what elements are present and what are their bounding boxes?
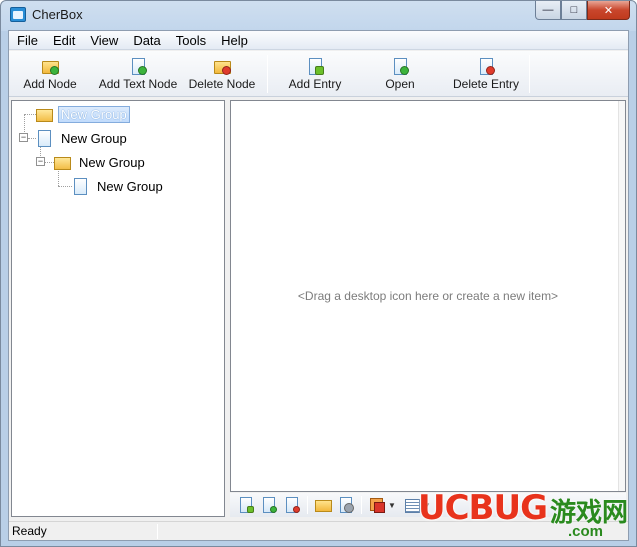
tree-connector — [58, 186, 72, 187]
tree-connector — [58, 171, 59, 186]
collapse-toggle[interactable]: − — [36, 157, 45, 166]
dropdown-arrow-icon[interactable]: ▼ — [388, 501, 396, 510]
watermark-logo: UCBUG — [418, 488, 548, 528]
open-button[interactable]: Open — [379, 54, 421, 94]
menu-bar: File Edit View Data Tools Help — [9, 31, 628, 50]
folder-delete-icon — [213, 58, 231, 75]
empty-hint: <Drag a desktop icon here or create a ne… — [297, 289, 559, 303]
menu-file[interactable]: File — [9, 31, 45, 50]
menu-tools[interactable]: Tools — [168, 31, 213, 50]
folder-go-icon — [36, 106, 53, 123]
add-entry-label: Add Entry — [288, 77, 342, 91]
open-entry-icon — [392, 58, 409, 75]
entry-list-pane[interactable]: <Drag a desktop icon here or create a ne… — [230, 100, 626, 492]
client-area: File Edit View Data Tools Help Add Node … — [8, 30, 629, 541]
add-node-label: Add Node — [23, 77, 77, 91]
document-delete-icon[interactable] — [284, 497, 300, 513]
toolbar-separator — [361, 496, 362, 514]
toolbar-separator — [267, 55, 268, 93]
main-toolbar: Add Node Add Text Node Delete Node Add E… — [9, 51, 628, 97]
group-tree[interactable]: − − New Group New Group New Group New Gr… — [11, 100, 225, 517]
tree-node[interactable]: New Group — [36, 128, 130, 148]
tree-connector — [28, 138, 36, 139]
delete-node-label: Delete Node — [188, 77, 256, 91]
app-icon[interactable] — [10, 7, 26, 22]
vertical-scrollbar[interactable] — [618, 101, 625, 491]
close-button[interactable]: ✕ — [587, 1, 630, 20]
folder-add-icon — [41, 58, 59, 75]
watermark-com-text: .com — [568, 523, 604, 540]
document-add-icon — [130, 58, 147, 75]
settings-document-icon[interactable] — [338, 497, 354, 513]
entry-add-icon[interactable] — [238, 497, 254, 513]
collapse-toggle[interactable]: − — [19, 133, 28, 142]
watermark: UCBUG 游戏网 .com — [418, 488, 634, 544]
document-add-icon[interactable] — [261, 497, 277, 513]
status-text: Ready — [12, 524, 47, 538]
menu-view[interactable]: View — [82, 31, 125, 50]
document-icon — [72, 177, 89, 195]
folder-open-icon — [54, 154, 71, 171]
windows-icon[interactable] — [369, 497, 385, 513]
add-node-button[interactable]: Add Node — [19, 54, 81, 94]
toolbar-separator — [529, 55, 530, 93]
title-bar[interactable]: CherBox — □ ✕ — [1, 1, 636, 30]
toolbar-separator — [307, 496, 308, 514]
tree-node-label: New Group — [97, 178, 163, 194]
app-window: CherBox — □ ✕ File Edit View Data Tools … — [0, 0, 637, 547]
delete-node-button[interactable]: Delete Node — [187, 54, 257, 94]
menu-data[interactable]: Data — [125, 31, 167, 50]
document-icon — [36, 129, 53, 147]
folder-open-icon[interactable] — [315, 497, 332, 513]
add-entry-button[interactable]: Add Entry — [285, 54, 345, 94]
caption-buttons: — □ ✕ — [535, 1, 630, 20]
tree-node[interactable]: New Group — [54, 152, 148, 172]
minimize-button[interactable]: — — [535, 1, 561, 20]
menu-help[interactable]: Help — [213, 31, 255, 50]
status-separator — [157, 524, 158, 539]
tree-node-label: New Group — [61, 130, 127, 146]
entry-add-icon — [307, 58, 324, 75]
add-text-node-button[interactable]: Add Text Node — [97, 54, 179, 94]
tree-connector — [44, 162, 54, 163]
tree-node[interactable]: New Group — [72, 176, 166, 196]
tree-node-label: New Group — [58, 105, 130, 123]
tree-node[interactable]: New Group — [36, 104, 130, 124]
maximize-button[interactable]: □ — [561, 1, 587, 20]
tree-node-label: New Group — [79, 154, 145, 170]
window-title: CherBox — [32, 7, 83, 22]
entry-delete-icon — [478, 58, 495, 75]
add-text-node-label: Add Text Node — [98, 77, 178, 91]
open-label: Open — [385, 77, 415, 91]
tree-connector — [24, 114, 36, 115]
delete-entry-button[interactable]: Delete Entry — [449, 54, 523, 94]
menu-edit[interactable]: Edit — [45, 31, 82, 50]
delete-entry-label: Delete Entry — [452, 77, 520, 91]
